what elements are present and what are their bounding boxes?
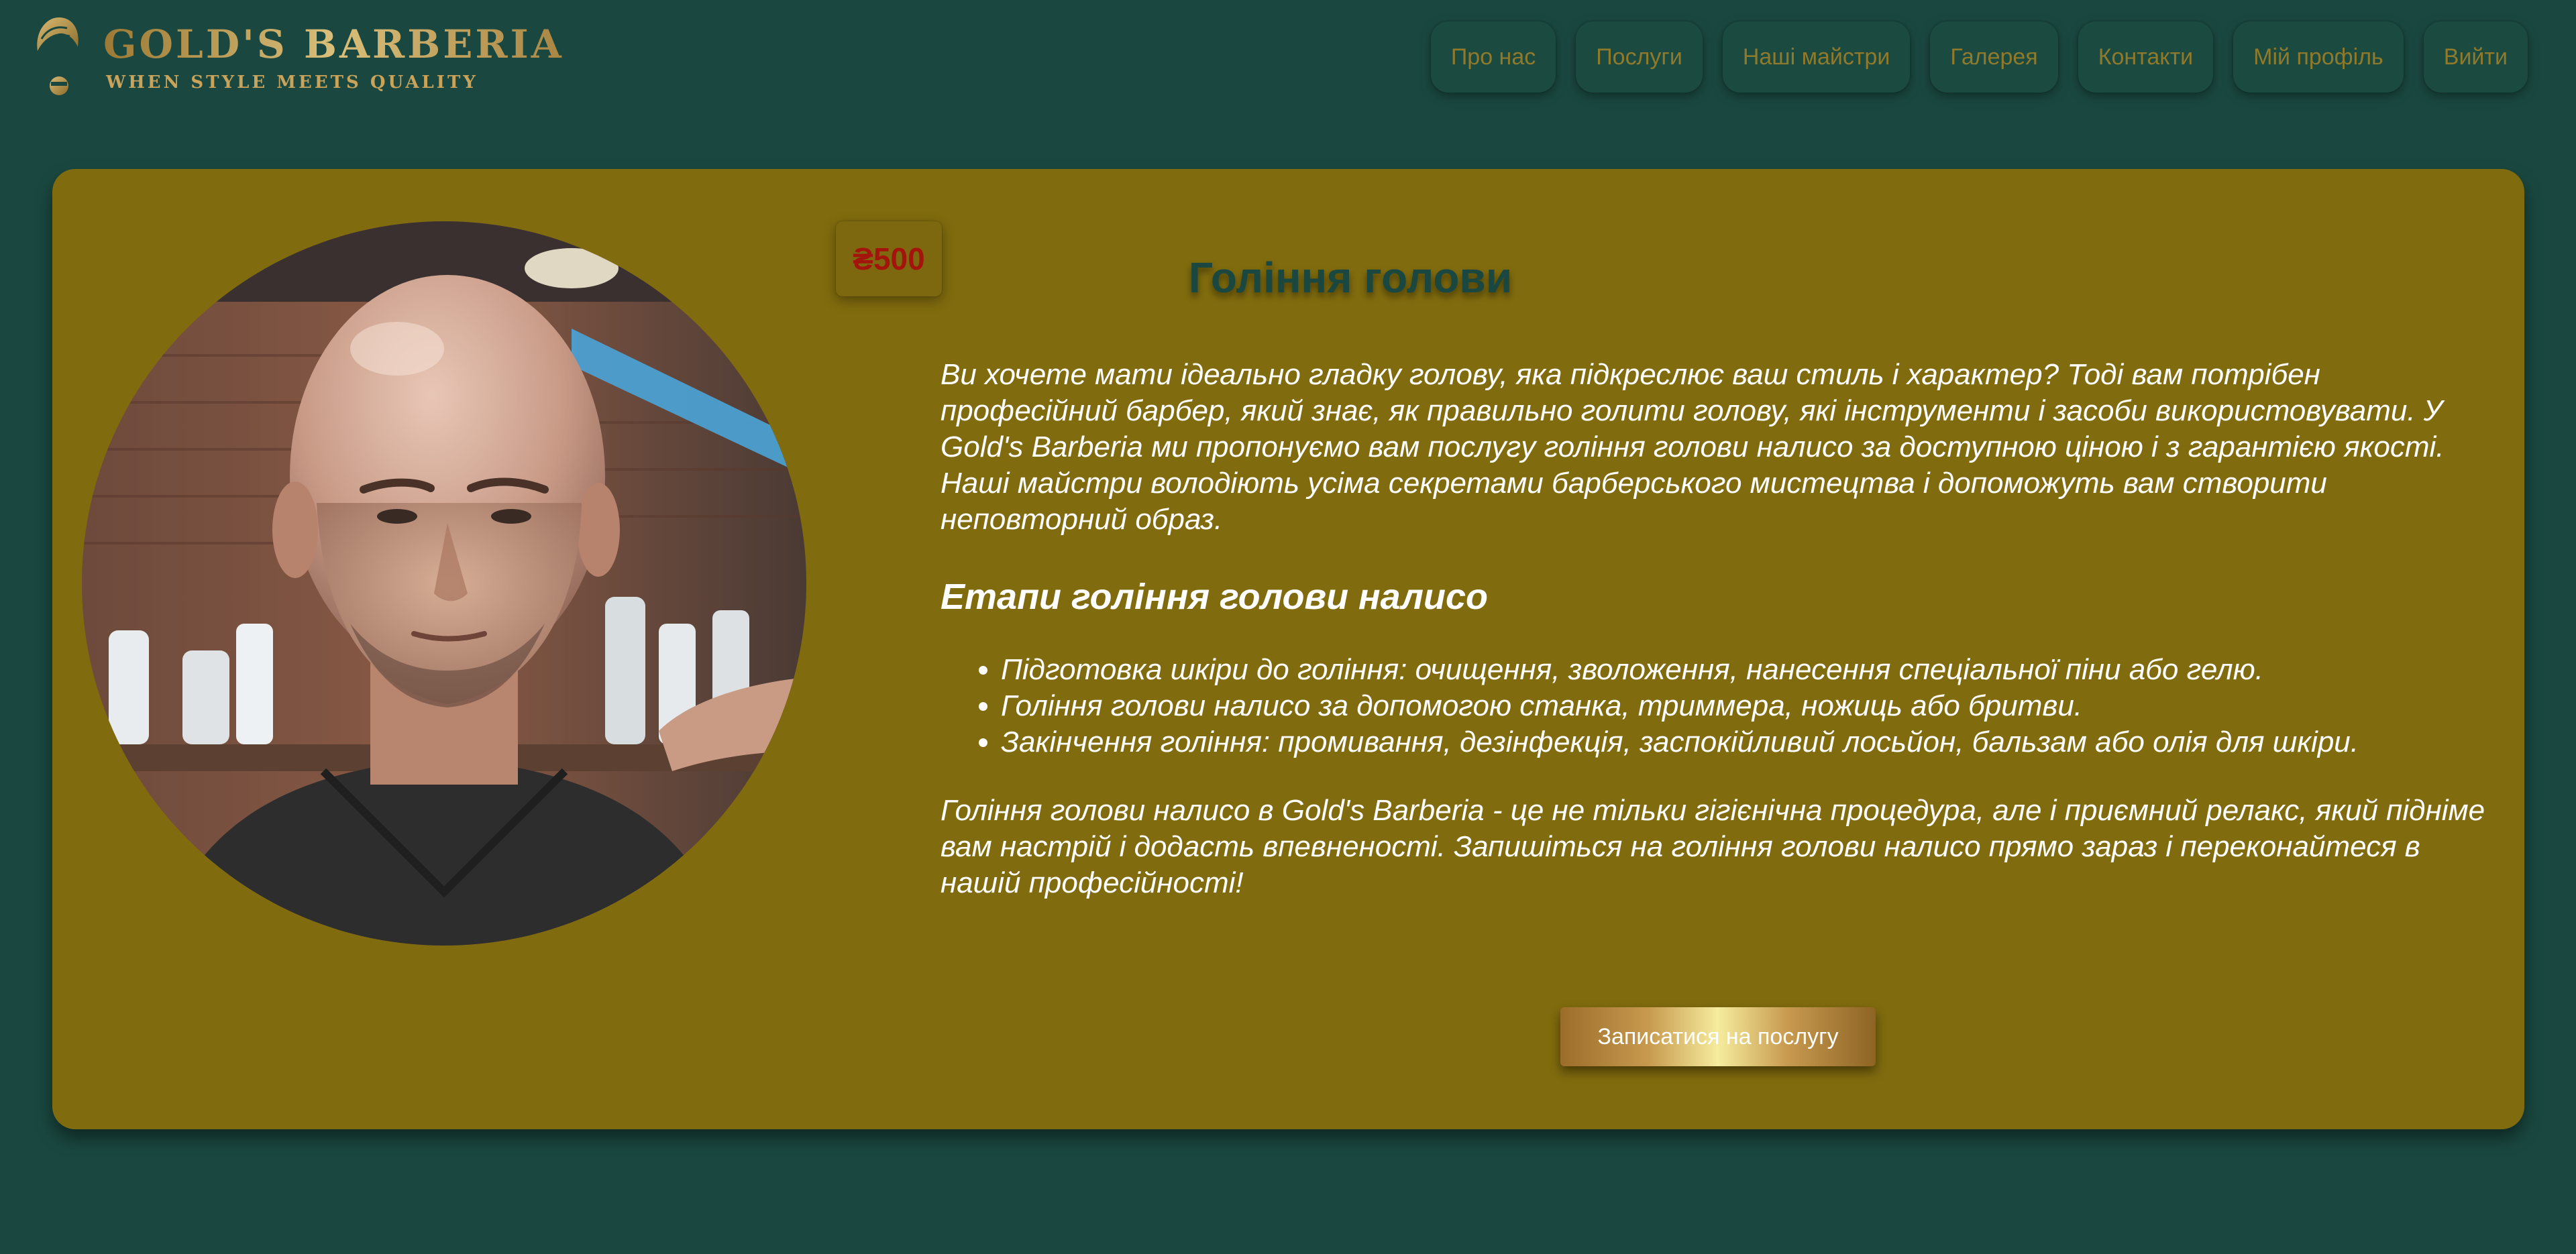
nav-item-services[interactable]: Послуги (1576, 21, 1703, 93)
stage-item: Гоління голови налисо за допомогою станк… (1001, 688, 2497, 724)
stage-item: Підготовка шкіри до гоління: очищення, з… (1001, 652, 2497, 688)
service-card: ₴500 Гоління голови Ви хочете мати ідеал… (52, 169, 2524, 1129)
nav-item-about[interactable]: Про нас (1430, 21, 1556, 93)
book-service-button[interactable]: Записатися на послугу (1560, 1007, 1876, 1066)
nav-item-gallery[interactable]: Галерея (1930, 21, 2058, 93)
stages-heading: Етапи гоління голови налисо (941, 577, 1488, 617)
stages-list: Підготовка шкіри до гоління: очищення, з… (941, 652, 2497, 760)
nav-item-masters[interactable]: Наші майстри (1722, 21, 1911, 93)
service-intro: Ви хочете мати ідеально гладку голову, я… (941, 358, 2445, 536)
main-nav: Про нас Послуги Наші майстри Галерея Кон… (1430, 21, 2528, 93)
service-description: Ви хочете мати ідеально гладку голову, я… (941, 357, 2497, 901)
stage-item: Закінчення гоління: промивання, дезінфек… (1001, 724, 2497, 760)
nav-item-contacts[interactable]: Контакти (2078, 21, 2214, 93)
service-photo (82, 221, 806, 946)
service-outro: Гоління голови налисо в Gold's Barberia … (941, 794, 2485, 899)
service-title: Гоління голови (1188, 253, 1513, 302)
brand-logo[interactable]: GOLD'S BARBERIA WHEN STYLE MEETS QUALITY (34, 12, 561, 99)
nav-item-profile[interactable]: Мій профіль (2233, 21, 2404, 93)
brand-tagline: WHEN STYLE MEETS QUALITY (106, 72, 478, 93)
nav-item-logout[interactable]: Вийти (2423, 21, 2528, 93)
site-header: GOLD'S BARBERIA WHEN STYLE MEETS QUALITY… (0, 0, 2576, 117)
brand-name: GOLD'S BARBERIA (103, 21, 564, 67)
barber-logo-icon (37, 17, 78, 95)
